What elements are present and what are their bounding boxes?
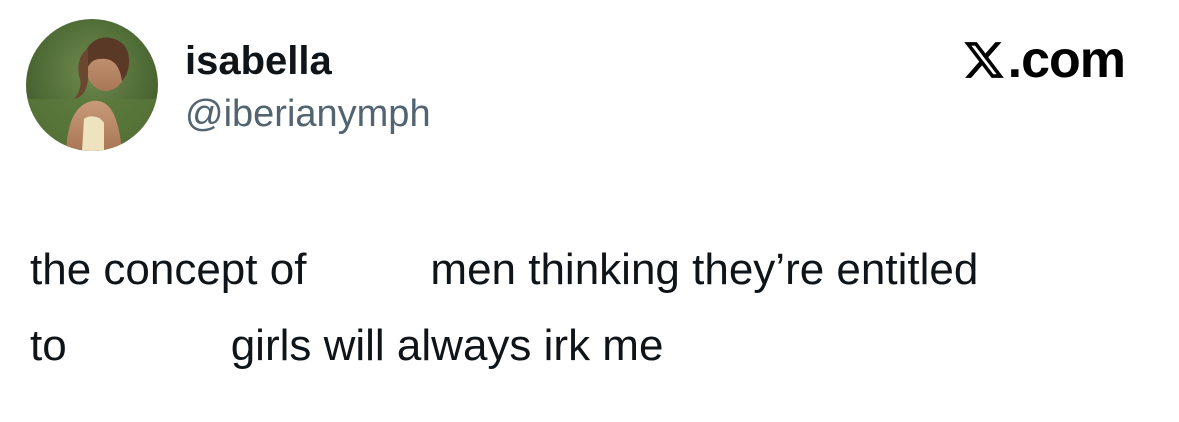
post-text-segment: men thinking they’re entitled [430, 245, 979, 294]
profile-photo [26, 19, 158, 151]
post-text: the concept of men thinking they’re enti… [30, 232, 1150, 384]
post-card: isabella @iberianymph .com the concept o… [0, 0, 1179, 422]
post-text-segment: to [30, 321, 67, 370]
post-text-line-2: to girls will always irk me [30, 308, 1150, 384]
site-watermark: .com [962, 30, 1126, 90]
user-handle[interactable]: @iberianymph [185, 92, 431, 136]
x-logo-icon [962, 38, 1006, 82]
post-text-segment: girls will always irk me [230, 321, 664, 370]
site-domain: .com [1007, 31, 1126, 89]
display-name[interactable]: isabella [185, 38, 332, 84]
avatar[interactable] [26, 19, 158, 151]
post-text-line-1: the concept of men thinking they’re enti… [30, 232, 1150, 308]
post-text-segment: the concept of [30, 245, 307, 294]
